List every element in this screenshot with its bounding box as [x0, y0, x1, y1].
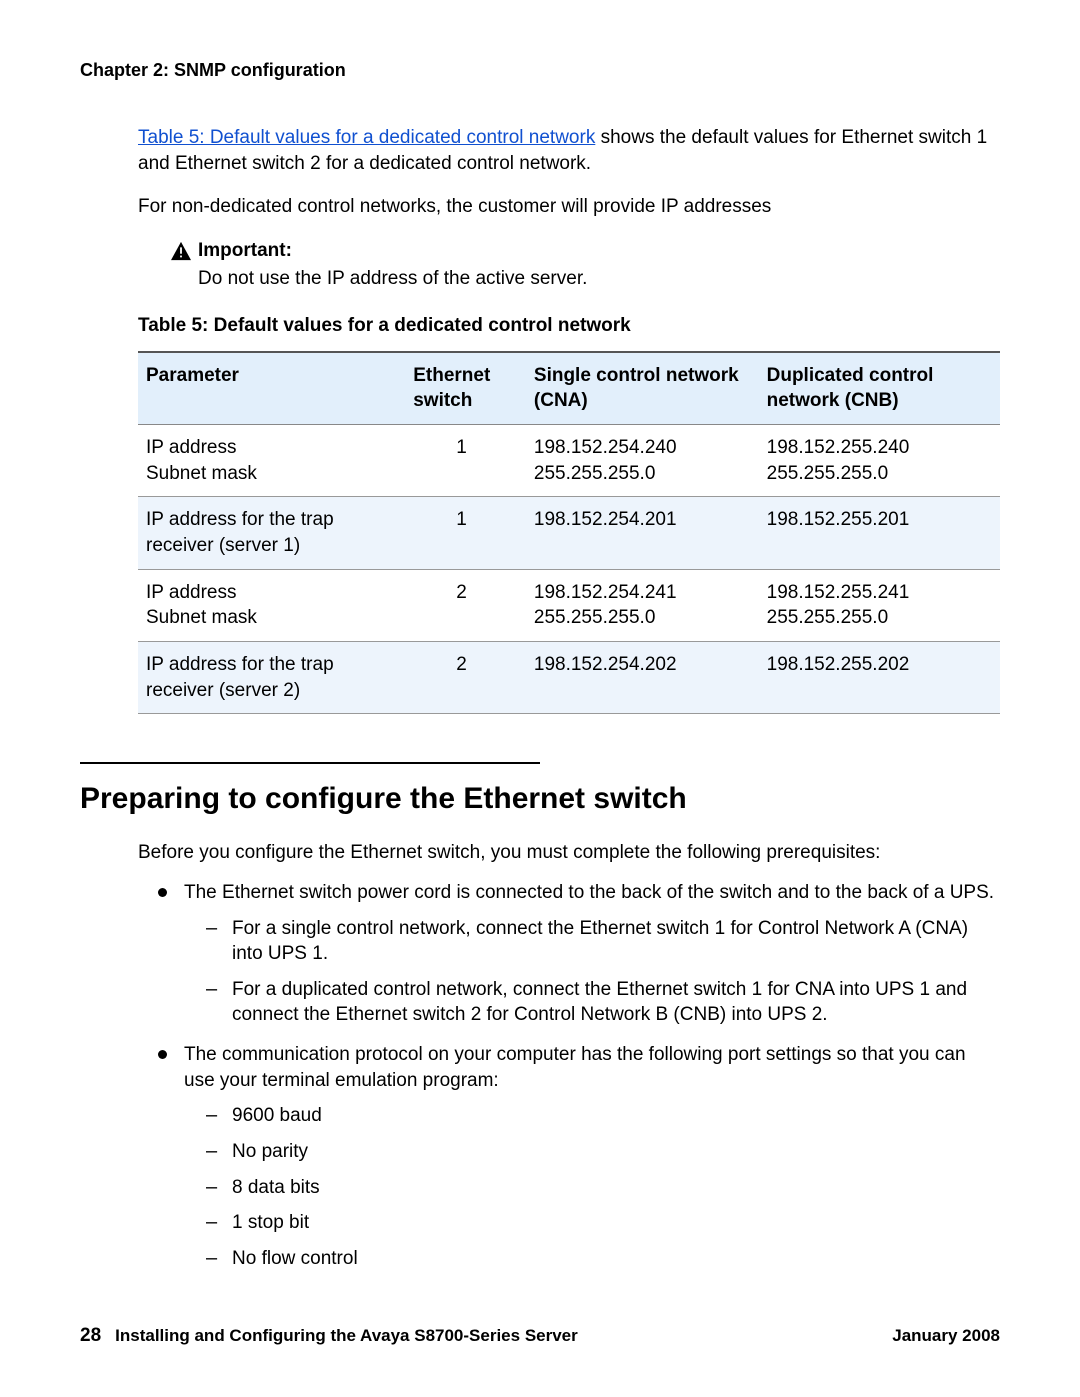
table-caption: Table 5: Default values for a dedicated …: [138, 313, 1000, 339]
section-title: Preparing to configure the Ethernet swit…: [80, 782, 1000, 816]
cell-cna: 198.152.254.240 255.255.255.0: [526, 425, 759, 497]
warning-icon: [170, 241, 192, 261]
bullet-text: The communication protocol on your compu…: [184, 1044, 966, 1091]
list-item: No flow control: [206, 1246, 1000, 1272]
important-note: Important: Do not use the IP address of …: [198, 238, 1000, 291]
cell-switch: 2: [405, 641, 526, 713]
list-item: The Ethernet switch power cord is connec…: [158, 880, 1000, 1028]
page-number: 28: [80, 1325, 101, 1347]
page-footer: 28 Installing and Configuring the Avaya …: [80, 1325, 1000, 1347]
table-header-row: Parameter Ethernet switch Single control…: [138, 352, 1000, 425]
th-cna: Single control network (CNA): [526, 352, 759, 425]
cell-cnb: 198.152.255.202: [759, 641, 1000, 713]
section-divider: [80, 762, 540, 764]
cell-cna: 198.152.254.202: [526, 641, 759, 713]
cell-switch: 1: [405, 425, 526, 497]
footer-title: Installing and Configuring the Avaya S87…: [115, 1326, 578, 1346]
cell-switch: 1: [405, 497, 526, 569]
cell-switch: 2: [405, 569, 526, 641]
cell-parameter: IP address Subnet mask: [138, 569, 405, 641]
prep-intro: Before you configure the Ethernet switch…: [138, 840, 1000, 866]
chapter-header: Chapter 2: SNMP configuration: [80, 60, 1000, 81]
default-values-table: Parameter Ethernet switch Single control…: [138, 351, 1000, 714]
bullet-text: The Ethernet switch power cord is connec…: [184, 882, 994, 903]
th-parameter: Parameter: [138, 352, 405, 425]
table-row: IP address Subnet mask 2 198.152.254.241…: [138, 569, 1000, 641]
table-row: IP address for the trap receiver (server…: [138, 641, 1000, 713]
cell-parameter: IP address for the trap receiver (server…: [138, 497, 405, 569]
list-item: The communication protocol on your compu…: [158, 1042, 1000, 1271]
list-item: No parity: [206, 1139, 1000, 1165]
list-item: 1 stop bit: [206, 1210, 1000, 1236]
cell-cnb: 198.152.255.240 255.255.255.0: [759, 425, 1000, 497]
cell-cna: 198.152.254.201: [526, 497, 759, 569]
important-label: Important:: [198, 238, 292, 264]
table-row: IP address Subnet mask 1 198.152.254.240…: [138, 425, 1000, 497]
cell-parameter: IP address for the trap receiver (server…: [138, 641, 405, 713]
cell-cnb: 198.152.255.201: [759, 497, 1000, 569]
list-item: For a duplicated control network, connec…: [206, 977, 1000, 1028]
th-ethernet-switch: Ethernet switch: [405, 352, 526, 425]
list-item: 9600 baud: [206, 1103, 1000, 1129]
th-cnb: Duplicated control network (CNB): [759, 352, 1000, 425]
list-item: 8 data bits: [206, 1175, 1000, 1201]
list-item: For a single control network, connect th…: [206, 916, 1000, 967]
cell-parameter: IP address Subnet mask: [138, 425, 405, 497]
table5-link[interactable]: Table 5: Default values for a dedicated …: [138, 127, 595, 148]
important-text: Do not use the IP address of the active …: [198, 266, 1000, 292]
footer-date: January 2008: [892, 1326, 1000, 1346]
cell-cna: 198.152.254.241 255.255.255.0: [526, 569, 759, 641]
table-row: IP address for the trap receiver (server…: [138, 497, 1000, 569]
intro-paragraph-1: Table 5: Default values for a dedicated …: [138, 125, 1000, 176]
cell-cnb: 198.152.255.241 255.255.255.0: [759, 569, 1000, 641]
intro-paragraph-2: For non-dedicated control networks, the …: [138, 194, 1000, 220]
